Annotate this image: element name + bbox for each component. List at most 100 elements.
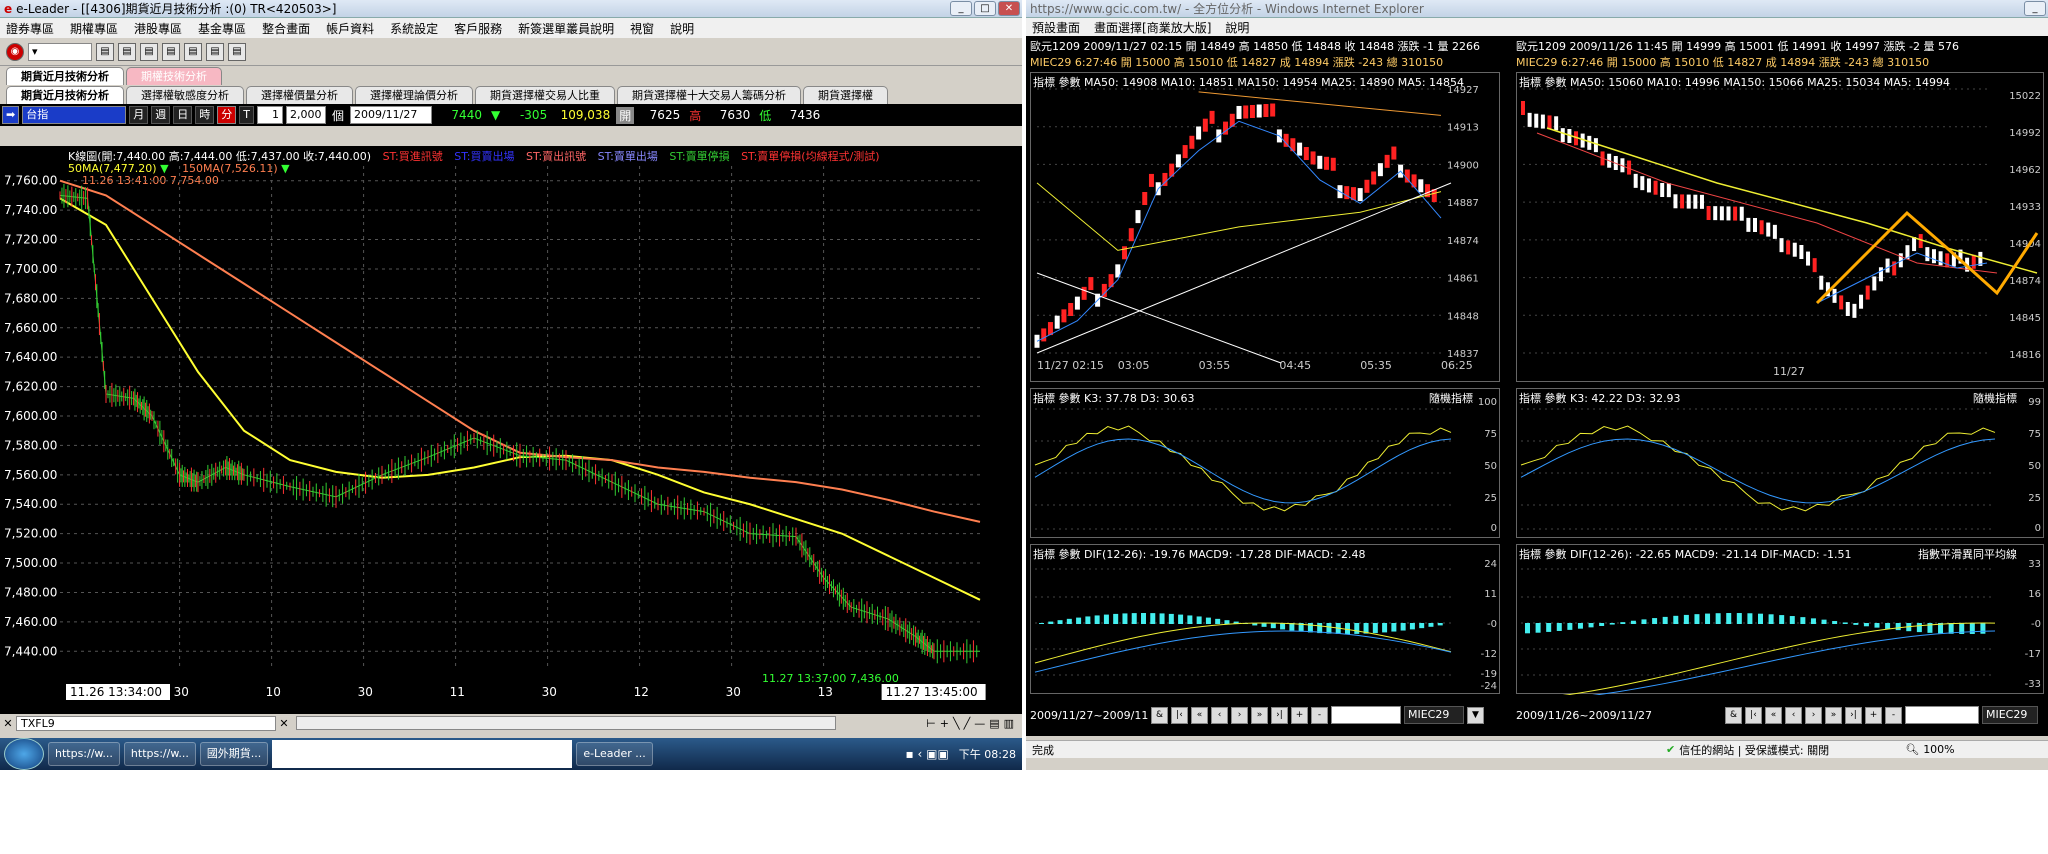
tool-2-icon[interactable]: ▤ xyxy=(118,42,136,61)
nav-a-prev[interactable]: ‹ xyxy=(1211,706,1228,724)
horizontal-scrollbar[interactable] xyxy=(296,716,836,730)
nav-a-rew[interactable]: « xyxy=(1191,706,1208,724)
macd-bar xyxy=(1895,623,1901,631)
tab-row-1[interactable]: 選擇權敏感度分析 xyxy=(126,86,244,104)
taskbar-item-4[interactable]: e-Leader ... xyxy=(576,742,653,766)
symbol-b[interactable]: MIEC29 xyxy=(1982,706,2038,724)
nav-b-rew[interactable]: « xyxy=(1765,706,1782,724)
nav-a-first[interactable]: |‹ xyxy=(1171,706,1188,724)
account-select[interactable]: ▾ xyxy=(28,42,92,61)
panel-a-macd[interactable]: 指標 參數 DIF(12-26): -19.76 MACD9: -17.28 D… xyxy=(1030,544,1500,694)
dropdown-a-icon[interactable]: ▼ xyxy=(1467,706,1484,724)
tab-row-2[interactable]: 選擇權價量分析 xyxy=(246,86,353,104)
tab-row-4[interactable]: 期貨選擇權交易人比重 xyxy=(475,86,615,104)
main-kline-chart[interactable]: K線圖(開:7,440.00 高:7,444.00 低:7,437.00 收:7… xyxy=(0,146,1022,714)
panel-a-price[interactable]: 指標 參數 MA50: 14908 MA10: 14851 MA150: 149… xyxy=(1030,72,1500,382)
y-tick-label: 7,560.00 xyxy=(4,468,57,482)
tool-6-icon[interactable]: ▤ xyxy=(206,42,224,61)
nav-a-amp[interactable]: & xyxy=(1151,706,1168,724)
minimize-button[interactable]: _ xyxy=(950,1,972,16)
b-candle xyxy=(1759,220,1764,235)
menu-service[interactable]: 客戶服務 xyxy=(454,20,502,37)
period-week[interactable]: 週 xyxy=(151,106,171,124)
menu-default-view[interactable]: 預設畫面 xyxy=(1032,19,1080,36)
date-select[interactable]: 2009/11/27 xyxy=(349,106,432,124)
menu-securities[interactable]: 證券專區 xyxy=(6,20,54,37)
zoom-a-out[interactable]: - xyxy=(1311,706,1328,724)
zoom-icon[interactable]: 🔍︎ xyxy=(1905,743,1919,756)
nav-a-ff[interactable]: » xyxy=(1251,706,1268,724)
period-hour[interactable]: 時 xyxy=(195,106,215,124)
tool-5-icon[interactable]: ▤ xyxy=(184,42,202,61)
tab-options-tech[interactable]: 期權技術分析 xyxy=(126,67,222,85)
nav-b-last[interactable]: ›| xyxy=(1845,706,1862,724)
zoom-b-in[interactable]: + xyxy=(1865,706,1882,724)
tool-4-icon[interactable]: ▤ xyxy=(162,42,180,61)
taskbar-item-3[interactable]: 國外期貨... xyxy=(199,742,269,766)
period-minute[interactable]: 分 xyxy=(217,106,237,124)
interval-a-select[interactable]: 5分線 xyxy=(1331,706,1401,724)
maximize-button[interactable]: □ xyxy=(974,1,996,16)
nav-b-ff[interactable]: » xyxy=(1825,706,1842,724)
period-tick[interactable]: T xyxy=(239,106,254,124)
tab-row-3[interactable]: 選擇權理論價分析 xyxy=(355,86,473,104)
period-month[interactable]: 月 xyxy=(129,106,149,124)
panel-b-macd[interactable]: 指標 參數 DIF(12-26): -22.65 MACD9: -21.14 D… xyxy=(1516,544,2044,695)
nav-b-prev[interactable]: ‹ xyxy=(1785,706,1802,724)
menu-help[interactable]: 說明 xyxy=(1225,19,1249,36)
panel-b-price[interactable]: 指標 參數 MA50: 15060 MA10: 14996 MA150: 150… xyxy=(1516,72,2044,382)
tab-row-0[interactable]: 期貨近月技術分析 xyxy=(6,86,124,104)
tool-1-icon[interactable]: ▤ xyxy=(96,42,114,61)
nav-b-amp[interactable]: & xyxy=(1725,706,1742,724)
tool-3-icon[interactable]: ▤ xyxy=(140,42,158,61)
zoom-a-in[interactable]: + xyxy=(1291,706,1308,724)
ie-minimize-button[interactable]: _ xyxy=(2024,1,2046,16)
close-small-icon-2[interactable]: ✕ xyxy=(276,717,292,730)
count-input[interactable]: 2,000 xyxy=(285,106,326,124)
draw-tools-icon[interactable]: ⊢+╲╱—▤▥ xyxy=(926,717,1022,730)
nav-a-last[interactable]: ›| xyxy=(1271,706,1288,724)
nav-b-next[interactable]: › xyxy=(1805,706,1822,724)
a-candle xyxy=(1135,210,1141,224)
x-tick-label: 13 xyxy=(818,685,833,699)
taskbar-item-2[interactable]: https://w... xyxy=(123,742,196,766)
nav-a-next[interactable]: › xyxy=(1231,706,1248,724)
close-small-icon[interactable]: ✕ xyxy=(0,717,16,730)
close-button[interactable]: ✕ xyxy=(998,1,1020,16)
b-candle xyxy=(1832,288,1837,303)
zoom-b-out[interactable]: - xyxy=(1885,706,1902,724)
nav-b-first[interactable]: |‹ xyxy=(1745,706,1762,724)
menu-settings[interactable]: 系統設定 xyxy=(390,20,438,37)
symbol-select[interactable]: 台指 xyxy=(22,106,127,124)
menu-fund[interactable]: 基金專區 xyxy=(198,20,246,37)
interval-input[interactable]: 1 xyxy=(256,106,283,124)
menu-integrated[interactable]: 整合畫面 xyxy=(262,20,310,37)
menu-hk[interactable]: 港股專區 xyxy=(134,20,182,37)
start-button[interactable] xyxy=(4,738,44,770)
tool-7-icon[interactable]: ▤ xyxy=(228,42,246,61)
panel-b-kd[interactable]: 指標 參數 K3: 42.22 D3: 32.93 隨機指標 99 75 50 … xyxy=(1516,388,2044,538)
interval-b-select[interactable]: 15分線 xyxy=(1905,706,1979,724)
panel-a-kd[interactable]: 指標 參數 K3: 37.78 D3: 30.63 隨機指標 100 75 50… xyxy=(1030,388,1500,538)
menu-view-select[interactable]: 畫面選擇[商業放大版] xyxy=(1094,19,1211,36)
menu-futures[interactable]: 期權專區 xyxy=(70,20,118,37)
macd-bar xyxy=(1326,623,1332,634)
zoom-level[interactable]: 100% xyxy=(1919,743,1954,756)
b-candle xyxy=(1971,254,1976,269)
tab-row-6[interactable]: 期貨選擇權 xyxy=(803,86,888,104)
menu-newmenu[interactable]: 新簽選單叢員說明 xyxy=(518,20,614,37)
tab-futures-tech[interactable]: 期貨近月技術分析 xyxy=(6,67,124,85)
symbol-a[interactable]: MIEC29 xyxy=(1404,706,1464,724)
macd-bar xyxy=(1122,613,1128,624)
macd-bar xyxy=(1980,623,1986,634)
taskbar-item-1[interactable]: https://w... xyxy=(48,742,120,766)
macd-bar xyxy=(1758,613,1763,624)
tab-row-5[interactable]: 期貨選擇權十大交易人籌碼分析 xyxy=(617,86,801,104)
period-day[interactable]: 日 xyxy=(173,106,193,124)
arrow-icon[interactable]: ➡ xyxy=(2,106,20,124)
menu-account[interactable]: 帳戶資料 xyxy=(326,20,374,37)
menu-help[interactable]: 說明 xyxy=(670,20,694,37)
macd-bar xyxy=(1810,618,1816,624)
menu-window[interactable]: 視窗 xyxy=(630,20,654,37)
macd-bar xyxy=(1076,617,1082,624)
